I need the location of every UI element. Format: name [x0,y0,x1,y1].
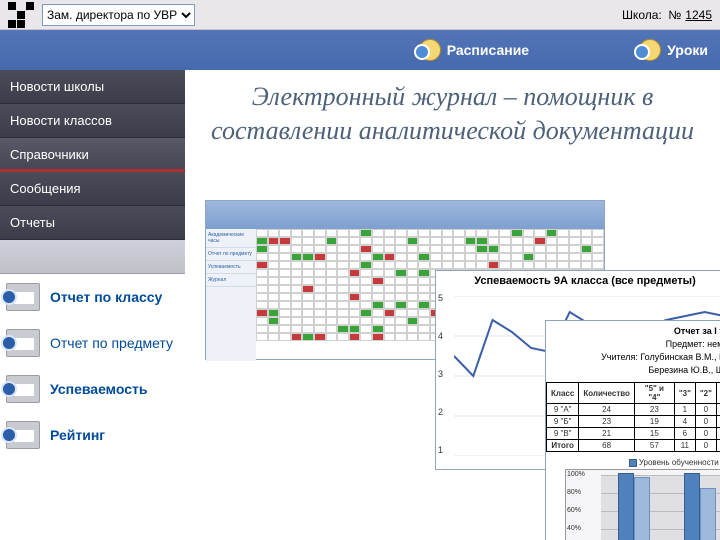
role-select[interactable]: Зам. директора по УВР [42,4,195,26]
report-rating[interactable]: Рейтинг [0,412,185,458]
lessons-icon [639,39,661,61]
sidebar: Новости школы Новости классов Справочник… [0,70,185,540]
report-icon [6,329,40,357]
top-toolbar: Зам. директора по УВР Школа: №1245 [0,0,720,30]
slide-title: Электронный журнал – помощник в составле… [185,80,720,148]
school-indicator: Школа: №1245 [622,8,712,22]
nav-directories[interactable]: Справочники [0,138,185,172]
nav-news-school[interactable]: Новости школы [0,70,185,104]
nav-news-classes[interactable]: Новости классов [0,104,185,138]
header-tabs: Расписание Уроки [0,30,720,70]
report-icon [6,375,40,403]
schedule-icon [419,39,441,61]
bar-report-header: Отчет за I триместр Предмет: немецкий яз… [546,321,720,380]
tab-schedule[interactable]: Расписание [419,39,529,61]
app-logo [8,2,34,28]
panel1-side-tabs: Академические часы Отчет по предмету Усп… [206,229,256,361]
report-icon [6,421,40,449]
nav-messages[interactable]: Сообщения [0,172,185,206]
line-chart-title: Успеваемость 9А класса (все предметы) [436,271,720,291]
tab-lessons[interactable]: Уроки [639,39,708,61]
report-by-class[interactable]: Отчет по классу [0,274,185,320]
report-icon [6,283,40,311]
bar-chart: 0%20%40%60%80%100% 9 "А"9 "Б"9 "В"Итого [565,469,720,540]
bar-report-table: КлассКоличество"5" и "4""3""2"Уровень об… [546,382,720,452]
report-by-subject[interactable]: Отчет по предмету [0,320,185,366]
panel-bar-report: Отчет за I триместр Предмет: немецкий яз… [545,320,720,540]
nav-reports[interactable]: Отчеты [0,206,185,240]
main-area: Электронный журнал – помощник в составле… [185,70,720,540]
nav-spacer [0,240,185,274]
bar-legend: Уровень обученности Качество обучения [546,458,720,467]
report-progress[interactable]: Успеваемость [0,366,185,412]
